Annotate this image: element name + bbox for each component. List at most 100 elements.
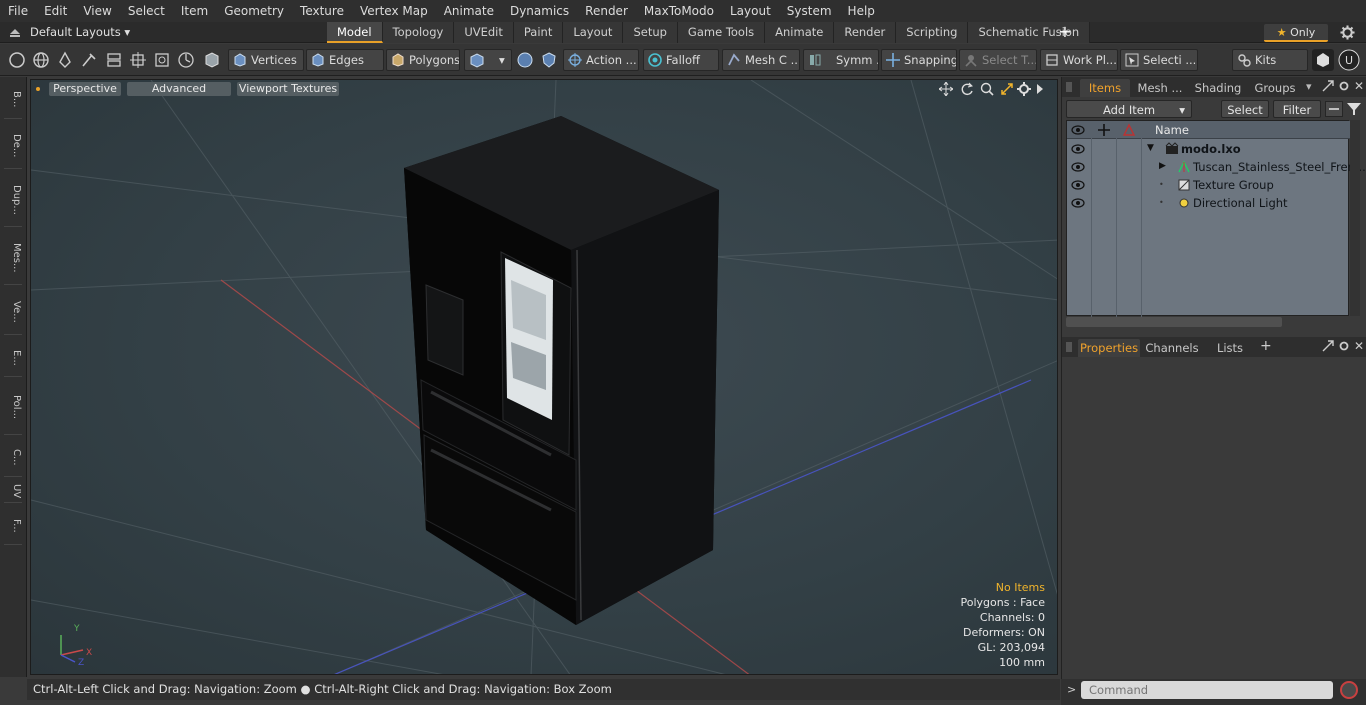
- expanded-triangle-icon[interactable]: ▼: [1147, 143, 1154, 153]
- viewport-gear-icon[interactable]: [1017, 82, 1031, 99]
- menu-texture[interactable]: Texture: [292, 0, 352, 22]
- eye-icon[interactable]: [1071, 161, 1085, 173]
- symmetry-shield-icon[interactable]: [539, 50, 559, 70]
- tab-scripting[interactable]: Scripting: [896, 22, 969, 43]
- eye-icon[interactable]: [1071, 197, 1085, 209]
- default-layouts-dropdown[interactable]: Default Layouts ▾: [30, 22, 130, 43]
- menu-vertex-map[interactable]: Vertex Map: [352, 0, 436, 22]
- kits-button[interactable]: Kits: [1232, 49, 1308, 71]
- chevron-down-icon[interactable]: ▾: [1306, 80, 1312, 93]
- frame-icon[interactable]: [152, 50, 172, 70]
- properties-close-icon[interactable]: ✕: [1354, 339, 1364, 353]
- tab-animate[interactable]: Animate: [765, 22, 835, 43]
- left-tab-8[interactable]: UV: [4, 481, 22, 503]
- left-tab-5[interactable]: E...: [4, 339, 22, 377]
- item-mode-icon[interactable]: [202, 50, 222, 70]
- collapse-icon[interactable]: [1325, 101, 1343, 117]
- list-item[interactable]: ▼ modo.lxo: [1067, 140, 1350, 158]
- left-tab-3[interactable]: Mes...: [4, 231, 22, 285]
- tab-channels[interactable]: Channels: [1144, 339, 1200, 357]
- left-tab-7[interactable]: C...: [4, 439, 22, 477]
- tab-topology[interactable]: Topology: [382, 22, 455, 43]
- tab-groups[interactable]: Groups: [1250, 79, 1300, 97]
- globe-icon[interactable]: [31, 50, 51, 70]
- mesh-constraint-button[interactable]: Mesh C ...: [722, 49, 800, 71]
- items-vertical-scrollbar[interactable]: [1350, 120, 1360, 316]
- tab-paint[interactable]: Paint: [513, 22, 564, 43]
- add-item-button[interactable]: Add Item ▾: [1066, 100, 1192, 118]
- items-close-icon[interactable]: ✕: [1354, 79, 1364, 93]
- tab-lists[interactable]: Lists: [1208, 339, 1252, 357]
- menu-edit[interactable]: Edit: [36, 0, 75, 22]
- viewport-expand-icon[interactable]: [1035, 83, 1045, 98]
- left-tab-1[interactable]: De...: [4, 123, 22, 169]
- snap-geometry-icon[interactable]: [515, 50, 535, 70]
- viewport-textures-button[interactable]: Viewport Textures: [237, 82, 339, 96]
- snapping-button[interactable]: Snapping: [881, 49, 957, 71]
- left-tab-6[interactable]: Pol...: [4, 381, 22, 435]
- material-mode-dropdown[interactable]: ▾: [464, 49, 512, 71]
- render-column-icon[interactable]: [1122, 123, 1136, 140]
- action-center-button[interactable]: Action ...: [563, 49, 639, 71]
- vertices-button[interactable]: Vertices: [228, 49, 304, 71]
- circle-select-icon[interactable]: [7, 50, 27, 70]
- tab-setup[interactable]: Setup: [623, 22, 678, 43]
- popout-icon[interactable]: [1322, 340, 1334, 355]
- menu-file[interactable]: File: [0, 0, 36, 22]
- add-tab-icon[interactable]: +: [1057, 24, 1073, 40]
- advanced-button[interactable]: Advanced: [127, 82, 231, 96]
- eye-icon[interactable]: [1071, 143, 1085, 155]
- symmetry-button[interactable]: Symm ...: [803, 49, 879, 71]
- menu-layout[interactable]: Layout: [722, 0, 779, 22]
- funnel-icon[interactable]: [1346, 101, 1362, 120]
- filter-button[interactable]: Filter: [1273, 100, 1321, 118]
- menu-render[interactable]: Render: [577, 0, 636, 22]
- list-item[interactable]: ▶ Tuscan_Stainless_Steel_Fren ...: [1067, 158, 1366, 176]
- selection-sets-button[interactable]: Selecti ...: [1120, 49, 1198, 71]
- menu-geometry[interactable]: Geometry: [216, 0, 292, 22]
- center-icon[interactable]: [128, 50, 148, 70]
- only-button[interactable]: ★ Only: [1264, 24, 1328, 42]
- items-gear-icon[interactable]: [1338, 80, 1350, 95]
- tab-layout[interactable]: Layout: [563, 22, 624, 43]
- record-icon[interactable]: [1340, 681, 1358, 699]
- collapsed-triangle-icon[interactable]: ▶: [1159, 161, 1166, 171]
- left-tab-4[interactable]: Ve...: [4, 289, 22, 335]
- add-tab-icon[interactable]: +: [1260, 338, 1272, 354]
- 3d-viewport[interactable]: Y X Z Perspective Advanced Viewport Text…: [30, 79, 1058, 675]
- brush-icon[interactable]: [79, 50, 99, 70]
- left-tab-9[interactable]: F...: [4, 507, 22, 545]
- move-view-icon[interactable]: [938, 81, 954, 99]
- edges-button[interactable]: Edges: [306, 49, 384, 71]
- command-input[interactable]: [1081, 681, 1333, 699]
- menu-animate[interactable]: Animate: [436, 0, 502, 22]
- lock-column-icon[interactable]: [1097, 123, 1111, 140]
- name-column-header[interactable]: Name: [1155, 121, 1189, 139]
- list-item[interactable]: • Texture Group: [1067, 176, 1350, 194]
- tab-game-tools[interactable]: Game Tools: [677, 22, 766, 43]
- tab-uvedit[interactable]: UVEdit: [454, 22, 514, 43]
- menu-view[interactable]: View: [75, 0, 119, 22]
- tab-properties[interactable]: Properties: [1078, 339, 1140, 357]
- timer-icon[interactable]: [176, 50, 196, 70]
- menu-select[interactable]: Select: [120, 0, 173, 22]
- gear-icon[interactable]: [1340, 25, 1355, 40]
- properties-gear-icon[interactable]: [1338, 340, 1350, 355]
- tab-shading[interactable]: Shading: [1190, 79, 1246, 97]
- items-horizontal-scrollbar[interactable]: [1066, 317, 1282, 327]
- select-through-button[interactable]: Select T...: [959, 49, 1037, 71]
- unity-icon[interactable]: [1312, 49, 1334, 71]
- rotate-view-icon[interactable]: [960, 82, 974, 99]
- align-icon[interactable]: [104, 50, 124, 70]
- falloff-button[interactable]: Falloff: [643, 49, 719, 71]
- zoom-view-icon[interactable]: [980, 82, 994, 99]
- left-tab-2[interactable]: Dup...: [4, 173, 22, 227]
- work-plane-button[interactable]: Work Pl...: [1040, 49, 1118, 71]
- popout-icon[interactable]: [1322, 80, 1334, 95]
- tab-model[interactable]: Model: [327, 22, 383, 43]
- menu-dynamics[interactable]: Dynamics: [502, 0, 577, 22]
- polygons-button[interactable]: Polygons: [386, 49, 460, 71]
- list-item[interactable]: • Directional Light: [1067, 194, 1350, 212]
- tab-items[interactable]: Items: [1080, 79, 1130, 97]
- perspective-button[interactable]: Perspective: [49, 82, 121, 96]
